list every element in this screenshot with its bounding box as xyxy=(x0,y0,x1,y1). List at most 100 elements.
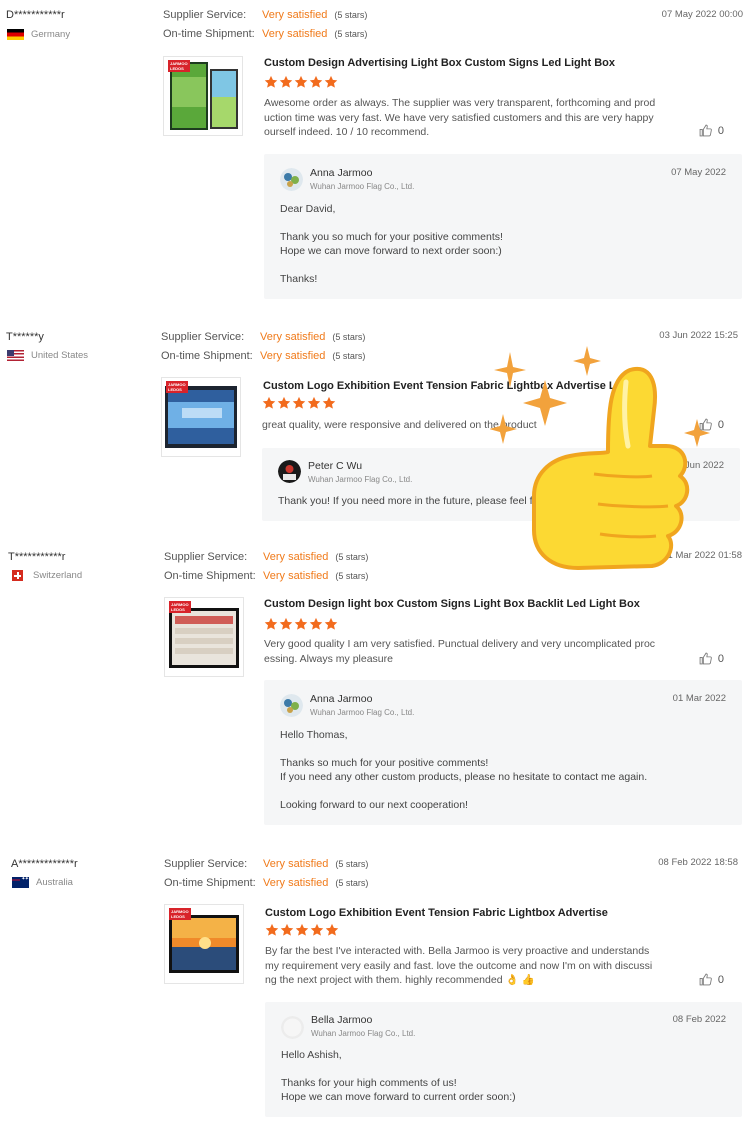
brand-tag: JARMOO LEDOS xyxy=(168,60,190,72)
star-icon xyxy=(309,617,323,630)
country-name: United States xyxy=(31,350,89,361)
country-name: Australia xyxy=(36,877,73,888)
country-name: Germany xyxy=(31,29,71,40)
avatar xyxy=(280,168,303,191)
shipment-value: Very satisfied xyxy=(260,350,326,362)
review-date: 08 Feb 2022 18:58 xyxy=(658,857,738,868)
replier-name: Anna Jarmoo xyxy=(310,693,373,705)
star-icon xyxy=(262,396,276,409)
buyer-name: D***********r xyxy=(6,9,65,21)
review-text: By far the best I've interacted with. Be… xyxy=(265,945,653,986)
supplier-service-stars: (5 stars) xyxy=(334,10,368,20)
product-title[interactable]: Custom Logo Exhibition Event Tension Fab… xyxy=(265,907,608,919)
supplier-service-rating: Supplier Service: Very satisfied (5 star… xyxy=(163,9,367,21)
like-button[interactable]: 0 xyxy=(699,973,724,986)
star-icon xyxy=(264,617,278,630)
shipment-rating: On-time Shipment: Very satisfied (5 star… xyxy=(164,877,368,889)
shipment-rating: On-time Shipment: Very satisfied (5 star… xyxy=(164,570,368,582)
buyer-country: Switzerland xyxy=(12,570,82,581)
supplier-service-label: Supplier Service: xyxy=(164,858,248,870)
like-count: 0 xyxy=(717,124,724,137)
product-image[interactable]: JARMOO LEDOS xyxy=(164,597,244,677)
reply-text: Dear David, Thank you so much for your p… xyxy=(280,203,503,285)
supplier-service-stars: (5 stars) xyxy=(335,552,369,562)
like-count: 0 xyxy=(717,973,724,986)
replier-name: Anna Jarmoo xyxy=(310,167,373,179)
replier-name: Peter C Wu xyxy=(308,460,363,472)
product-title[interactable]: Custom Design light box Custom Signs Lig… xyxy=(264,598,640,610)
star-icon xyxy=(310,923,324,936)
brand-tag: JARMOO LEDOS xyxy=(169,601,191,613)
star-icon xyxy=(325,923,339,936)
review-date: 03 Jun 2022 15:25 xyxy=(659,330,738,341)
star-icon xyxy=(280,923,294,936)
star-icon xyxy=(292,396,306,409)
star-icon xyxy=(294,617,308,630)
supplier-service-stars: (5 stars) xyxy=(335,859,369,869)
shipment-stars: (5 stars) xyxy=(332,351,366,361)
star-icon xyxy=(307,396,321,409)
star-icon xyxy=(264,75,278,88)
country-name: Switzerland xyxy=(33,570,83,581)
like-button[interactable]: 0 xyxy=(699,652,724,665)
reply-text: Hello Ashish, Thanks for your high comme… xyxy=(281,1049,516,1103)
shipment-value: Very satisfied xyxy=(263,570,329,582)
star-rating xyxy=(264,617,338,631)
reply-date: 01 Mar 2022 xyxy=(672,693,726,704)
replier-company: Wuhan Jarmoo Flag Co., Ltd. xyxy=(310,708,415,717)
star-icon xyxy=(265,923,279,936)
replier-company: Wuhan Jarmoo Flag Co., Ltd. xyxy=(310,182,415,191)
star-icon xyxy=(324,617,338,630)
reply-date: 08 Feb 2022 xyxy=(672,1014,726,1025)
buyer-name: A*************r xyxy=(11,858,78,870)
star-rating xyxy=(264,75,338,89)
shipment-label: On-time Shipment: xyxy=(163,28,255,40)
review-text: Awesome order as always. The supplier wa… xyxy=(264,97,656,138)
reply-date: 07 May 2022 xyxy=(671,167,726,178)
buyer-name: T******y xyxy=(6,331,44,343)
product-image[interactable]: JARMOO LEDOS xyxy=(164,904,244,984)
buyer-country: Germany xyxy=(7,29,70,40)
star-rating xyxy=(262,396,336,410)
review-date: 07 May 2022 00:00 xyxy=(661,9,743,20)
product-image[interactable]: JARMOO LEDOS xyxy=(163,56,243,136)
thumbs-up-icon xyxy=(699,124,712,137)
star-icon xyxy=(324,75,338,88)
shipment-value: Very satisfied xyxy=(262,28,328,40)
united-states-flag-icon xyxy=(7,350,24,361)
star-icon xyxy=(309,75,323,88)
supplier-reply: Anna Jarmoo Wuhan Jarmoo Flag Co., Ltd. … xyxy=(264,154,742,299)
shipment-stars: (5 stars) xyxy=(334,29,368,39)
brand-tag: JARMOO LEDOS xyxy=(169,908,191,920)
reply-text: Hello Thomas, Thanks so much for your po… xyxy=(280,729,648,811)
like-button[interactable]: 0 xyxy=(699,124,724,137)
supplier-reply: Bella Jarmoo Wuhan Jarmoo Flag Co., Ltd.… xyxy=(265,1002,742,1117)
star-icon xyxy=(295,923,309,936)
shipment-label: On-time Shipment: xyxy=(164,570,256,582)
thumbs-up-sticker-icon xyxy=(489,342,720,592)
brand-tag: JARMOO LEDOS xyxy=(166,381,188,393)
supplier-service-value: Very satisfied xyxy=(263,551,329,563)
supplier-service-label: Supplier Service: xyxy=(163,9,247,21)
supplier-service-label: Supplier Service: xyxy=(164,551,248,563)
star-icon xyxy=(294,75,308,88)
shipment-rating: On-time Shipment: Very satisfied (5 star… xyxy=(161,350,365,362)
supplier-service-value: Very satisfied xyxy=(263,858,329,870)
thumbs-up-icon xyxy=(699,652,712,665)
australia-flag-icon xyxy=(12,877,29,888)
supplier-service-stars: (5 stars) xyxy=(332,332,366,342)
star-icon xyxy=(279,75,293,88)
like-count: 0 xyxy=(717,652,724,665)
shipment-label: On-time Shipment: xyxy=(164,877,256,889)
buyer-country: United States xyxy=(7,350,88,361)
buyer-country: Australia xyxy=(12,877,73,888)
star-icon xyxy=(279,617,293,630)
product-image[interactable]: JARMOO LEDOS xyxy=(161,377,241,457)
avatar xyxy=(281,1016,304,1039)
star-icon xyxy=(277,396,291,409)
product-title[interactable]: Custom Design Advertising Light Box Cust… xyxy=(264,57,615,69)
star-rating xyxy=(265,923,339,937)
supplier-reply: Anna Jarmoo Wuhan Jarmoo Flag Co., Ltd. … xyxy=(264,680,742,825)
replier-company: Wuhan Jarmoo Flag Co., Ltd. xyxy=(308,475,413,484)
supplier-service-value: Very satisfied xyxy=(260,331,326,343)
